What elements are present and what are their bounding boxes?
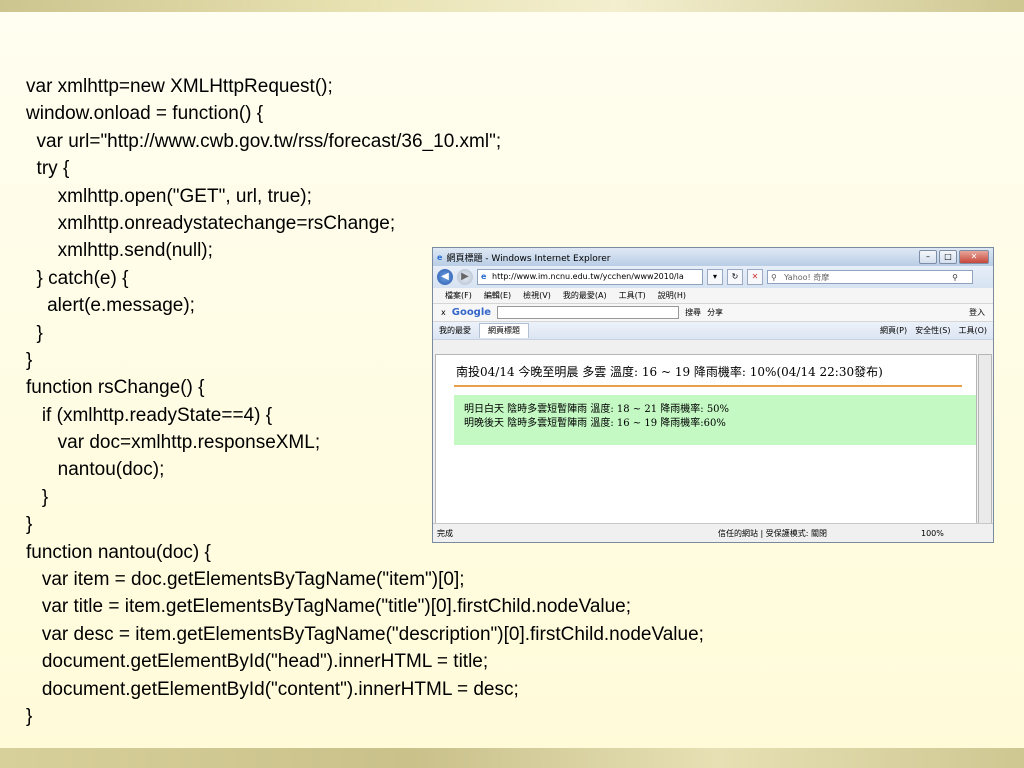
menu-item-edit[interactable]: 編輯(E) bbox=[484, 290, 511, 301]
google-search-input[interactable] bbox=[497, 306, 680, 319]
menu-item-tools[interactable]: 工具(T) bbox=[619, 290, 646, 301]
stop-icon[interactable]: ✕ bbox=[747, 269, 763, 285]
ie-window: e 網頁標題 - Windows Internet Explorer – □ ✕… bbox=[432, 247, 994, 543]
ie-app-icon: e bbox=[437, 252, 443, 262]
forward-button[interactable]: ▶ bbox=[457, 269, 473, 285]
status-bar: 完成 信任的網站 | 受保護模式: 關閉 100% bbox=[433, 523, 993, 542]
page-menu-button[interactable]: 網頁(P) bbox=[880, 325, 907, 336]
code-line: var title = item.getElementsByTagName("t… bbox=[26, 596, 632, 618]
zoom-level[interactable]: 100% bbox=[921, 529, 944, 538]
forecast-line-1: 明日白天 陰時多雲短暫陣雨 溫度: 18 ~ 21 降雨機率: 50% bbox=[464, 404, 730, 415]
code-line: document.getElementById("head").innerHTM… bbox=[26, 651, 489, 673]
google-share-button[interactable]: 分享 bbox=[707, 307, 723, 318]
page-content: 南投04/14 今晚至明晨 多雲 溫度: 16 ~ 19 降雨機率: 10%(0… bbox=[435, 354, 977, 524]
back-button[interactable]: ◀ bbox=[437, 269, 453, 285]
safety-menu-button[interactable]: 安全性(S) bbox=[915, 325, 950, 336]
slide-top-border bbox=[0, 0, 1024, 12]
code-line: } bbox=[26, 705, 33, 727]
tab-current[interactable]: 網頁標題 bbox=[479, 323, 529, 338]
vertical-scrollbar[interactable] bbox=[978, 354, 992, 524]
window-title: 網頁標題 - Windows Internet Explorer bbox=[446, 253, 611, 264]
menu-bar: 檔案(F) 編輯(E) 檢視(V) 我的最愛(A) 工具(T) 說明(H) bbox=[433, 288, 993, 304]
window-titlebar[interactable]: e 網頁標題 - Windows Internet Explorer – □ ✕ bbox=[433, 248, 993, 266]
code-line: try { bbox=[26, 158, 70, 180]
forecast-detail-box: 明日白天 陰時多雲短暫陣雨 溫度: 18 ~ 21 降雨機率: 50% 明晚後天… bbox=[454, 395, 976, 445]
code-line: xmlhttp.onreadystatechange=rsChange; bbox=[26, 212, 396, 234]
refresh-icon[interactable]: ↻ bbox=[727, 269, 743, 285]
security-zone: 信任的網站 | 受保護模式: 關閉 bbox=[718, 528, 828, 538]
tools-menu-button[interactable]: 工具(O) bbox=[958, 325, 987, 336]
maximize-button[interactable]: □ bbox=[939, 250, 957, 264]
code-line: var xmlhttp=new XMLHttpRequest(); bbox=[26, 76, 333, 97]
menu-item-favorites[interactable]: 我的最愛(A) bbox=[563, 290, 607, 301]
forecast-line-2: 明晚後天 陰時多雲短暫陣雨 溫度: 16 ~ 19 降雨機率:60% bbox=[464, 418, 726, 429]
address-bar-row: ◀ ▶ http://www.im.ncnu.edu.tw/ycchen/www… bbox=[433, 266, 993, 288]
google-search-button[interactable]: 搜尋 bbox=[685, 307, 701, 318]
code-line: window.onload = function() { bbox=[26, 103, 264, 125]
code-line: xmlhttp.open("GET", url, true); bbox=[26, 185, 312, 207]
menu-item-view[interactable]: 檢視(V) bbox=[523, 290, 551, 301]
forecast-headline: 南投04/14 今晚至明晨 多雲 溫度: 16 ~ 19 降雨機率: 10%(0… bbox=[456, 365, 883, 379]
compat-view-icon[interactable]: ▾ bbox=[707, 269, 723, 285]
slide-bottom-border bbox=[0, 748, 1024, 768]
close-button[interactable]: ✕ bbox=[959, 250, 989, 264]
menu-item-file[interactable]: 檔案(F) bbox=[445, 290, 472, 301]
minimize-button[interactable]: – bbox=[919, 250, 937, 264]
url-input[interactable]: http://www.im.ncnu.edu.tw/ycchen/www2010… bbox=[477, 269, 703, 285]
search-input[interactable]: Yahoo! 奇摩 bbox=[767, 270, 973, 285]
favorites-button[interactable]: 我的最愛 bbox=[439, 325, 471, 336]
code-line: var url="http://www.cwb.gov.tw/rss/forec… bbox=[26, 130, 502, 152]
tab-strip: 我的最愛 網頁標題 網頁(P) 安全性(S) 工具(O) bbox=[433, 322, 993, 340]
code-line: document.getElementById("content").inner… bbox=[26, 678, 519, 700]
toolbar-close-icon[interactable]: x bbox=[441, 308, 446, 317]
headline-divider bbox=[454, 385, 962, 387]
menu-item-help[interactable]: 說明(H) bbox=[658, 290, 686, 301]
google-toolbar: x Google 搜尋 分享 登入 bbox=[433, 304, 993, 322]
code-line: var desc = item.getElementsByTagName("de… bbox=[26, 623, 704, 645]
status-text: 完成 bbox=[437, 528, 453, 538]
google-logo: Google bbox=[451, 307, 492, 318]
code-line: var item = doc.getElementsByTagName("ite… bbox=[26, 569, 465, 591]
google-login-button[interactable]: 登入 bbox=[969, 307, 985, 318]
